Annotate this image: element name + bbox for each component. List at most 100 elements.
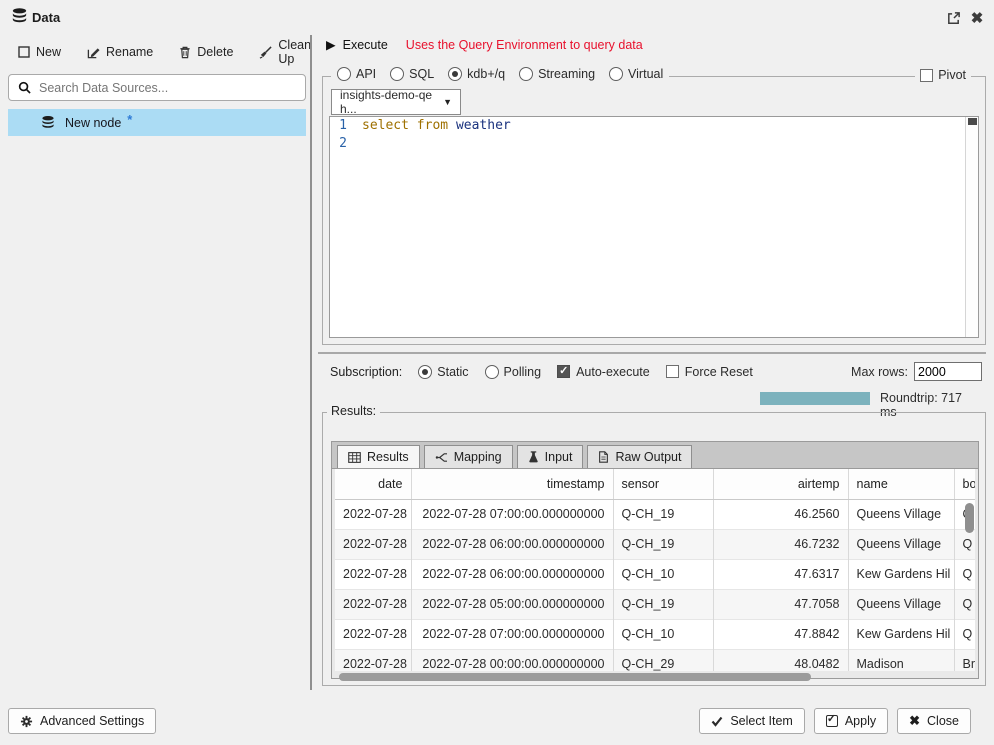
column-header-airtemp[interactable]: airtemp [713,469,848,499]
select-item-button[interactable]: Select Item [699,708,805,734]
search-icon [18,81,31,94]
checkbox-check-icon [826,715,838,727]
table-row[interactable]: 2022-07-282022-07-28 00:00:00.000000000Q… [335,649,975,671]
sidebar-toolbar: New Rename Delete Clean Up [8,34,306,74]
section-divider[interactable] [318,352,986,354]
tab-mapping-label: Mapping [454,450,502,464]
radio-polling[interactable]: Polling [485,365,542,379]
table-row[interactable]: 2022-07-282022-07-28 06:00:00.000000000Q… [335,559,975,589]
auto-execute-label: Auto-execute [576,365,650,379]
new-button[interactable]: New [18,45,61,59]
list-item-new-node[interactable]: New node * [8,109,306,136]
column-header-name[interactable]: name [848,469,954,499]
max-rows-input[interactable] [914,362,982,381]
tab-mapping[interactable]: Mapping [424,445,513,468]
execute-label: Execute [343,38,388,52]
tab-input-label: Input [545,450,573,464]
data-sources-sidebar: New Rename Delete Clean Up New node * [8,34,306,136]
pivot-checkbox[interactable]: Pivot [915,68,971,82]
query-fieldset: API SQL kdb+/q Streaming Virtual Pivot [322,76,986,345]
results-table-container: date timestamp sensor airtemp name bor 2… [335,469,975,671]
database-icon [10,7,29,26]
query-environment-notice: Uses the Query Environment to query data [406,38,643,52]
tab-raw-output[interactable]: Raw Output [587,445,692,468]
advanced-settings-button[interactable]: Advanced Settings [8,708,156,734]
delete-label: Delete [197,45,233,59]
column-header-timestamp[interactable]: timestamp [411,469,613,499]
table-row[interactable]: 2022-07-282022-07-28 06:00:00.000000000Q… [335,529,975,559]
execute-button[interactable]: ▶ Execute [326,37,388,52]
environment-value: insights-demo-qe h... [340,88,443,116]
table-horizontal-scrollbar[interactable] [335,672,975,682]
table-icon [348,452,361,463]
panel-divider[interactable] [310,35,312,690]
static-label: Static [437,365,468,379]
radio-virtual[interactable]: Virtual [609,67,663,81]
radio-icon [609,67,623,81]
checkbox-icon [666,365,679,378]
tab-results-label: Results [367,450,409,464]
close-button[interactable]: ✖ Close [897,708,971,734]
radio-streaming-label: Streaming [538,67,595,81]
scrollbar-thumb[interactable] [339,673,811,681]
page-title: Data [32,10,60,25]
new-label: New [36,45,61,59]
editor-line: 1 select from weather [330,117,978,135]
auto-execute-checkbox[interactable]: Auto-execute [557,365,650,379]
chevron-down-icon: ▼ [443,97,452,107]
table-row[interactable]: 2022-07-282022-07-28 07:00:00.000000000Q… [335,619,975,649]
close-label: Close [927,714,959,728]
search-input[interactable] [39,81,296,95]
radio-static[interactable]: Static [418,365,468,379]
environment-dropdown[interactable]: insights-demo-qe h... ▼ [331,89,461,115]
tab-results[interactable]: Results [337,445,420,468]
radio-icon [390,67,404,81]
table-row[interactable]: 2022-07-282022-07-28 05:00:00.000000000Q… [335,589,975,619]
modified-marker: * [127,112,132,127]
force-reset-checkbox[interactable]: Force Reset [666,365,753,379]
radio-sql[interactable]: SQL [390,67,434,81]
radio-icon [519,67,533,81]
column-header-date[interactable]: date [335,469,411,499]
new-icon [18,46,30,58]
line-number: 2 [330,135,356,153]
cleanup-button[interactable]: Clean Up [259,38,311,66]
radio-sql-label: SQL [409,67,434,81]
results-tabstrip: Results Mapping Input Raw Output [332,442,978,469]
data-source-list: New node * [8,109,306,136]
query-editor[interactable]: 1 select from weather 2 [329,116,979,338]
radio-api-label: API [356,67,376,81]
polling-label: Polling [504,365,542,379]
radio-kdbq[interactable]: kdb+/q [448,67,505,81]
results-legend: Results: [327,404,380,418]
radio-kdbq-label: kdb+/q [467,67,505,81]
close-icon: ✖ [909,713,920,729]
code-line: select from weather [356,117,511,135]
rename-label: Rename [106,45,153,59]
radio-checked-icon [448,67,462,81]
tab-input[interactable]: Input [517,445,584,468]
table-row[interactable]: 2022-07-282022-07-28 07:00:00.000000000Q… [335,499,975,529]
scrollbar-thumb[interactable] [968,118,977,125]
delete-button[interactable]: Delete [179,45,233,59]
flask-icon [528,451,539,463]
subscription-label: Subscription: [330,365,402,379]
checkbox-checked-icon [557,365,570,378]
subscription-row: Subscription: Static Polling Auto-execut… [330,362,982,381]
column-header-sensor[interactable]: sensor [613,469,713,499]
advanced-settings-label: Advanced Settings [40,714,144,728]
apply-button[interactable]: Apply [814,708,888,734]
max-rows-field: Max rows: [851,362,982,381]
table-vertical-scrollbar[interactable] [965,503,974,533]
checkbox-icon [920,69,933,82]
radio-api[interactable]: API [337,67,376,81]
column-header-bor[interactable]: bor [954,469,975,499]
rename-button[interactable]: Rename [87,45,153,59]
mapping-icon [435,452,448,463]
table-header-row: date timestamp sensor airtemp name bor [335,469,975,499]
play-icon: ▶ [326,37,336,52]
document-icon [598,451,609,463]
editor-line: 2 [330,135,978,153]
radio-streaming[interactable]: Streaming [519,67,595,81]
editor-vertical-scrollbar[interactable] [965,117,978,337]
